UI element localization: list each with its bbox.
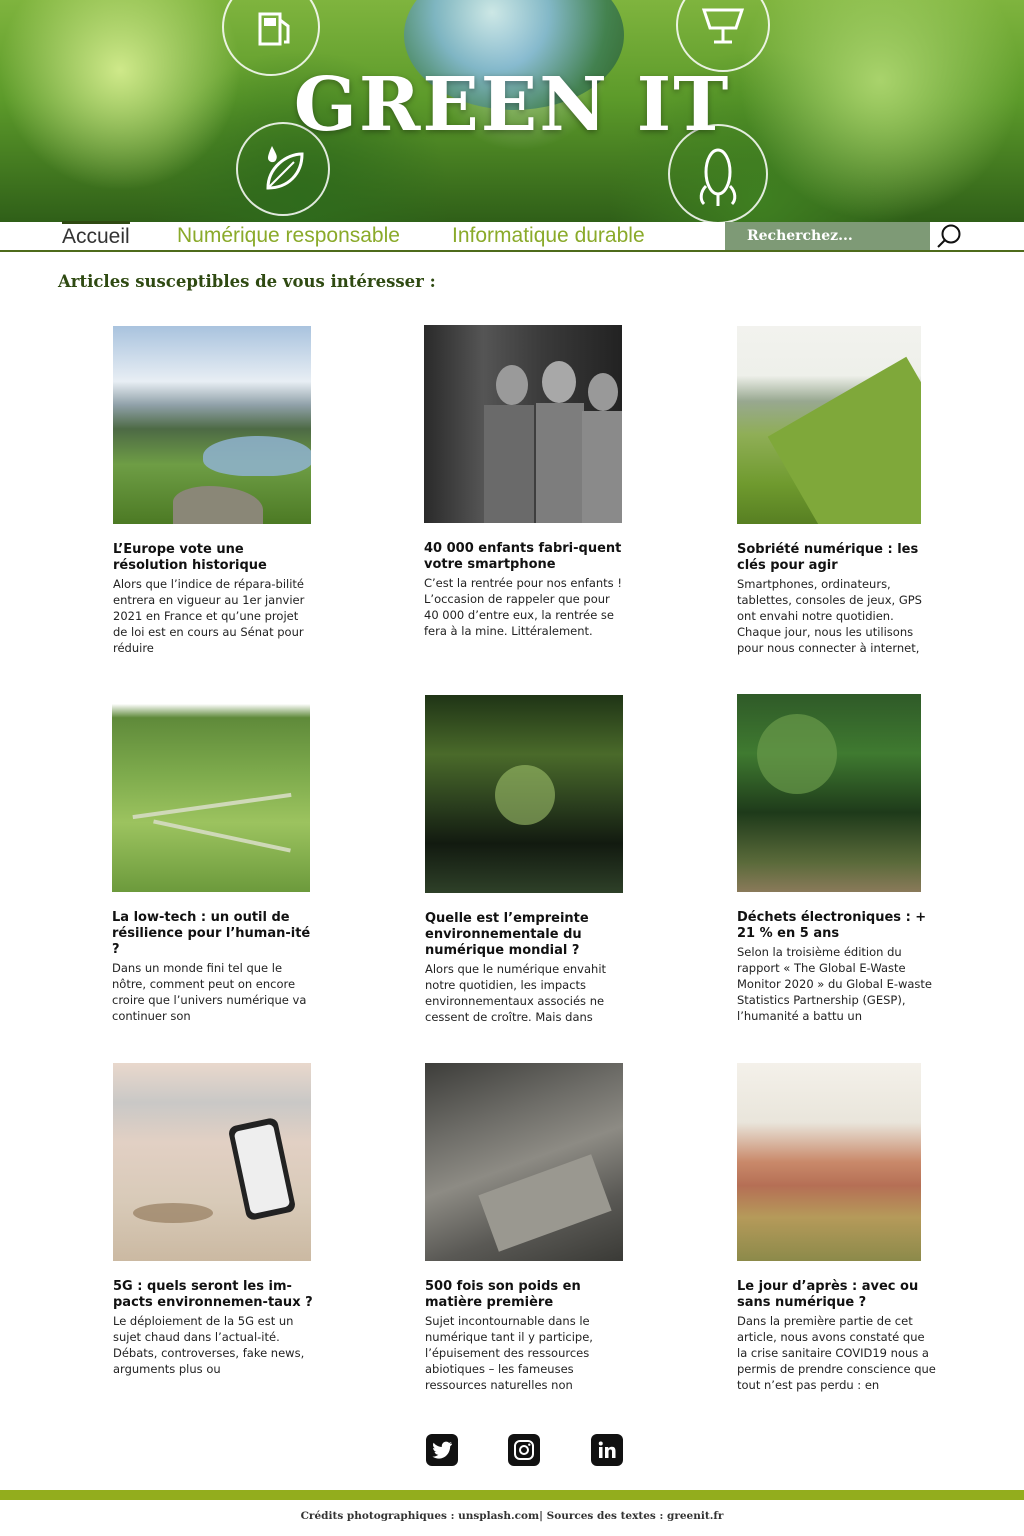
- main-nav: Accueil Numérique responsable Informatiq…: [0, 221, 1024, 252]
- article-excerpt: Alors que le numérique envahit notre quo…: [425, 962, 607, 1024]
- article-excerpt: Le déploiement de la 5G est un sujet cha…: [113, 1314, 305, 1376]
- article-title[interactable]: Déchets électroniques : + 21 % en 5 ans: [737, 910, 937, 942]
- article-title[interactable]: 500 fois son poids en matière première: [425, 1279, 625, 1311]
- article-excerpt: Dans un monde fini tel que le nôtre, com…: [112, 961, 307, 1023]
- linkedin-link[interactable]: [591, 1434, 623, 1466]
- article-card[interactable]: L’Europe vote une résolution historique …: [113, 326, 313, 656]
- palm-forest-photo[interactable]: [737, 694, 921, 892]
- article-card[interactable]: Déchets électroniques : + 21 % en 5 ans …: [737, 694, 937, 1024]
- search-input[interactable]: [725, 222, 930, 250]
- desert-mine-photo[interactable]: [737, 1063, 921, 1261]
- article-excerpt: C’est la rentrée pour nos enfants ! L’oc…: [424, 576, 622, 638]
- article-card[interactable]: Le jour d’après : avec ou sans numérique…: [737, 1063, 937, 1393]
- forest-river-photo[interactable]: [425, 695, 623, 893]
- article-title[interactable]: Quelle est l’empreinte environnementale …: [425, 911, 625, 959]
- children-photo[interactable]: [424, 325, 622, 523]
- instagram-link[interactable]: [508, 1434, 540, 1466]
- valley-fields-photo[interactable]: [112, 694, 310, 892]
- green-hills-photo[interactable]: [737, 326, 921, 524]
- article-card[interactable]: Sobriété numérique : les clés pour agir …: [737, 326, 937, 656]
- article-excerpt: Dans la première partie de cet article, …: [737, 1314, 936, 1392]
- nav-item-informatique-durable[interactable]: Informatique durable: [452, 223, 645, 249]
- article-excerpt: Smartphones, ordinateurs, tablettes, con…: [737, 577, 922, 655]
- article-card[interactable]: Quelle est l’empreinte environnementale …: [425, 695, 625, 1041]
- header-banner: GREEN IT: [0, 0, 1024, 222]
- nav-item-numerique-responsable[interactable]: Numérique responsable: [177, 223, 400, 249]
- article-title[interactable]: La low-tech : un outil de résilience pou…: [112, 910, 312, 958]
- article-title[interactable]: 5G : quels seront les im-pacts environne…: [113, 1279, 313, 1311]
- nav-item-accueil[interactable]: Accueil: [62, 221, 130, 250]
- instagram-icon: [514, 1440, 534, 1460]
- site-title: GREEN IT: [293, 62, 731, 148]
- beach-smartphone-photo[interactable]: [113, 1063, 311, 1261]
- section-title: Articles susceptibles de vous intéresser…: [58, 272, 436, 291]
- twitter-icon: [432, 1441, 452, 1459]
- rock-slate-photo[interactable]: [425, 1063, 623, 1261]
- search-button[interactable]: [934, 223, 964, 249]
- twitter-link[interactable]: [426, 1434, 458, 1466]
- search-icon: [937, 224, 961, 248]
- article-card[interactable]: 40 000 enfants fabri-quent votre smartph…: [424, 325, 624, 655]
- linkedin-icon: [598, 1441, 616, 1458]
- footer-bar: [0, 1490, 1024, 1500]
- article-title[interactable]: Le jour d’après : avec ou sans numérique…: [737, 1279, 937, 1311]
- article-card[interactable]: 500 fois son poids en matière première S…: [425, 1063, 625, 1393]
- article-excerpt: Sujet incontournable dans le numérique t…: [425, 1314, 593, 1392]
- article-title[interactable]: 40 000 enfants fabri-quent votre smartph…: [424, 541, 624, 573]
- article-excerpt: Selon la troisième édition du rapport « …: [737, 945, 933, 1023]
- article-title[interactable]: Sobriété numérique : les clés pour agir: [737, 542, 937, 574]
- search-box: [725, 222, 930, 250]
- footer-credits: Crédits photographiques : unsplash.com| …: [300, 1510, 724, 1522]
- article-title[interactable]: L’Europe vote une résolution historique: [113, 542, 313, 574]
- article-card[interactable]: 5G : quels seront les im-pacts environne…: [113, 1063, 313, 1393]
- article-excerpt: Alors que l’indice de répara-bilité entr…: [113, 577, 305, 655]
- lake-mountains-photo[interactable]: [113, 326, 311, 524]
- article-card[interactable]: La low-tech : un outil de résilience pou…: [112, 694, 312, 1040]
